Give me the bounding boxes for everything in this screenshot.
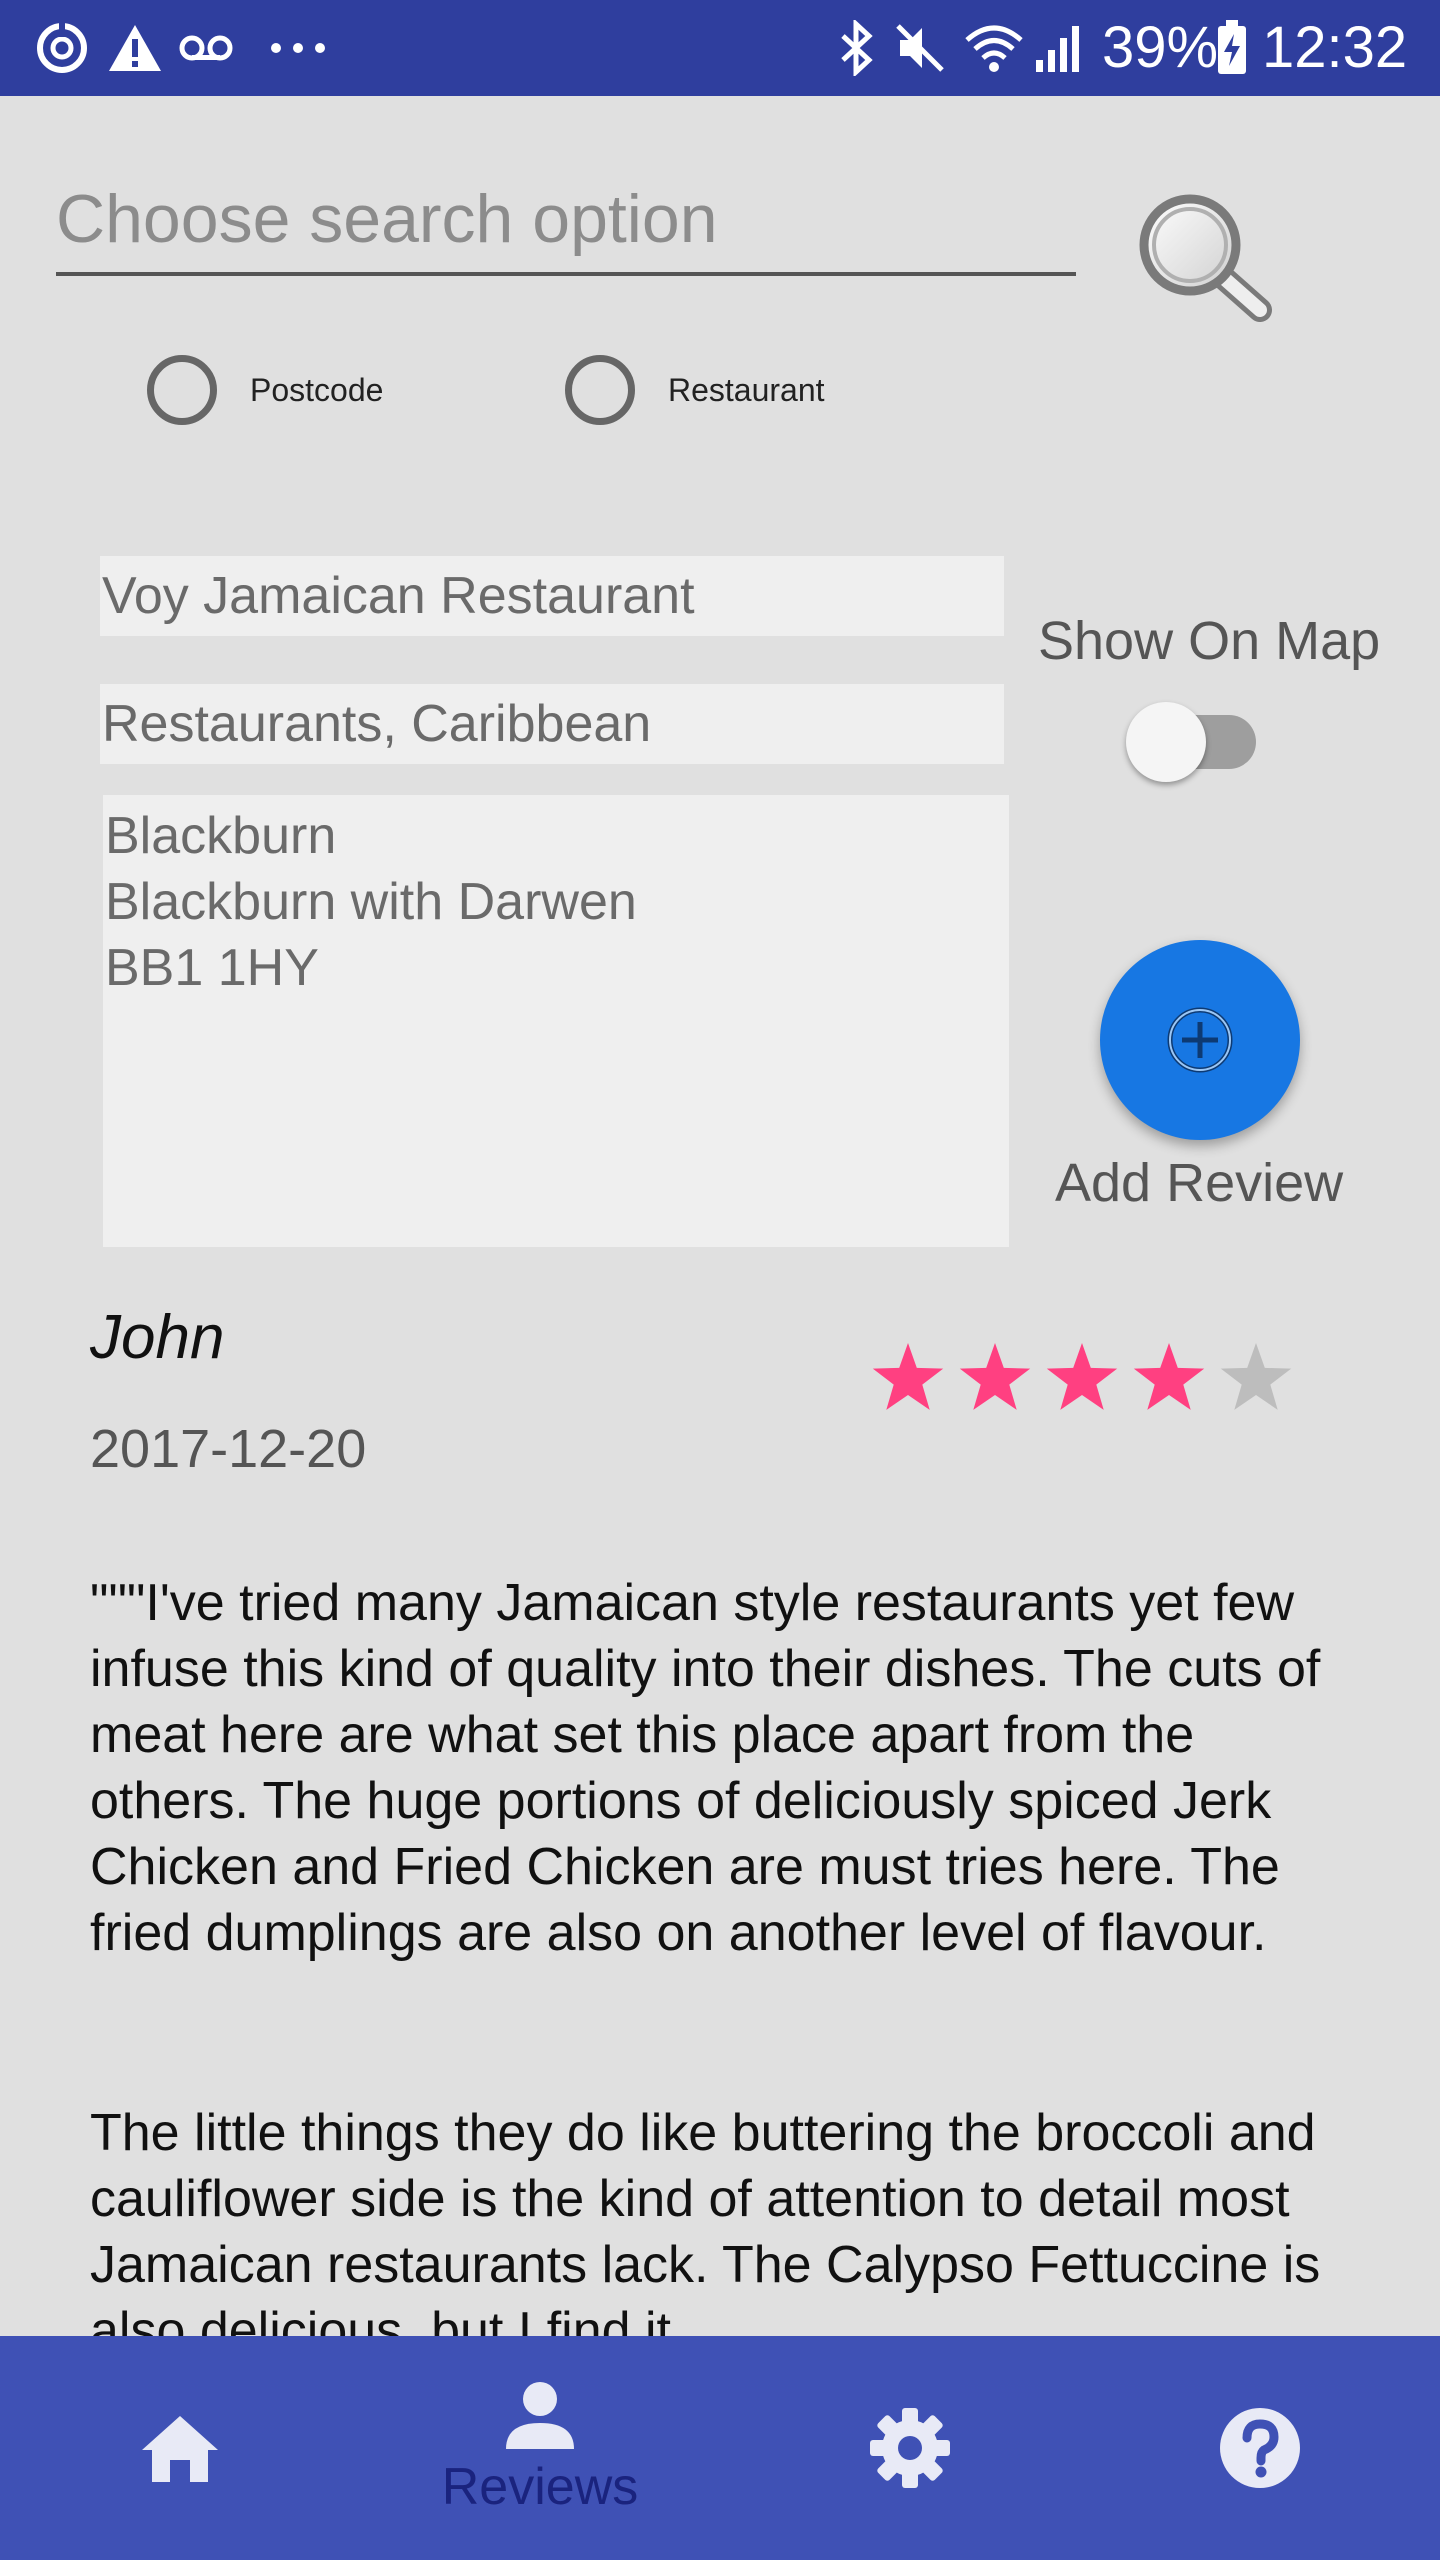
address-line: BB1 1HY <box>105 939 319 997</box>
sync-icon <box>32 18 92 78</box>
review-author: John <box>90 1303 225 1372</box>
home-icon <box>142 2416 218 2482</box>
search-placeholder: Choose search option <box>56 181 718 257</box>
bottom-navigation: Reviews <box>0 2336 1440 2560</box>
review-paragraph: """I've tried many Jamaican style restau… <box>90 1574 1321 1962</box>
wifi-icon <box>962 18 1026 78</box>
restaurant-name-field: Voy Jamaican Restaurant <box>100 556 1004 636</box>
signal-icon <box>1030 18 1088 78</box>
search-input[interactable]: Choose search option <box>56 160 1076 276</box>
battery-icon <box>1212 18 1252 78</box>
nav-reviews[interactable]: Reviews <box>360 2336 720 2560</box>
star-filled-icon <box>1133 1343 1205 1410</box>
star-filled-icon <box>959 1343 1031 1410</box>
clock: 12:32 <box>1262 15 1408 80</box>
nav-reviews-label: Reviews <box>441 2458 639 2516</box>
restaurant-radio[interactable] <box>565 355 635 425</box>
gear-icon <box>870 2408 950 2488</box>
nav-settings[interactable] <box>730 2336 1090 2560</box>
review-rating <box>868 1338 1308 1423</box>
postcode-radio[interactable] <box>147 355 217 425</box>
search-button[interactable] <box>1135 190 1275 330</box>
nav-help[interactable] <box>1080 2336 1440 2560</box>
add-circle-icon <box>1167 1007 1233 1073</box>
nav-home[interactable] <box>0 2336 360 2560</box>
more-icon <box>268 18 328 78</box>
review-date: 2017-12-20 <box>90 1419 367 1479</box>
restaurant-category-field: Restaurants, Caribbean <box>100 684 1004 764</box>
warning-icon <box>105 18 165 78</box>
add-review-label: Add Review <box>1055 1153 1344 1213</box>
star-filled-icon <box>872 1343 944 1410</box>
star-filled-icon <box>1046 1343 1118 1410</box>
toggle-thumb[interactable] <box>1126 702 1206 782</box>
address-line: Blackburn with Darwen <box>105 873 637 931</box>
search-icon <box>1139 194 1272 322</box>
restaurant-address-field: Blackburn Blackburn with Darwen BB1 1HY <box>103 795 1009 1247</box>
battery-percent: 39% <box>1102 15 1219 80</box>
review-paragraph: The little things they do like buttering… <box>90 2104 1321 2336</box>
mute-icon <box>890 18 950 78</box>
status-bar: 39% 12:32 <box>0 0 1440 96</box>
show-on-map-label: Show On Map <box>1038 611 1381 671</box>
address-line: Blackburn <box>105 807 337 865</box>
add-review-button[interactable] <box>1100 940 1300 1140</box>
help-icon <box>1220 2408 1300 2488</box>
postcode-radio-label: Postcode <box>250 372 384 408</box>
person-icon <box>506 2382 574 2449</box>
bluetooth-icon <box>832 18 880 78</box>
star-empty-icon <box>1220 1343 1292 1410</box>
voicemail-icon <box>178 18 234 78</box>
restaurant-radio-label: Restaurant <box>668 372 825 408</box>
